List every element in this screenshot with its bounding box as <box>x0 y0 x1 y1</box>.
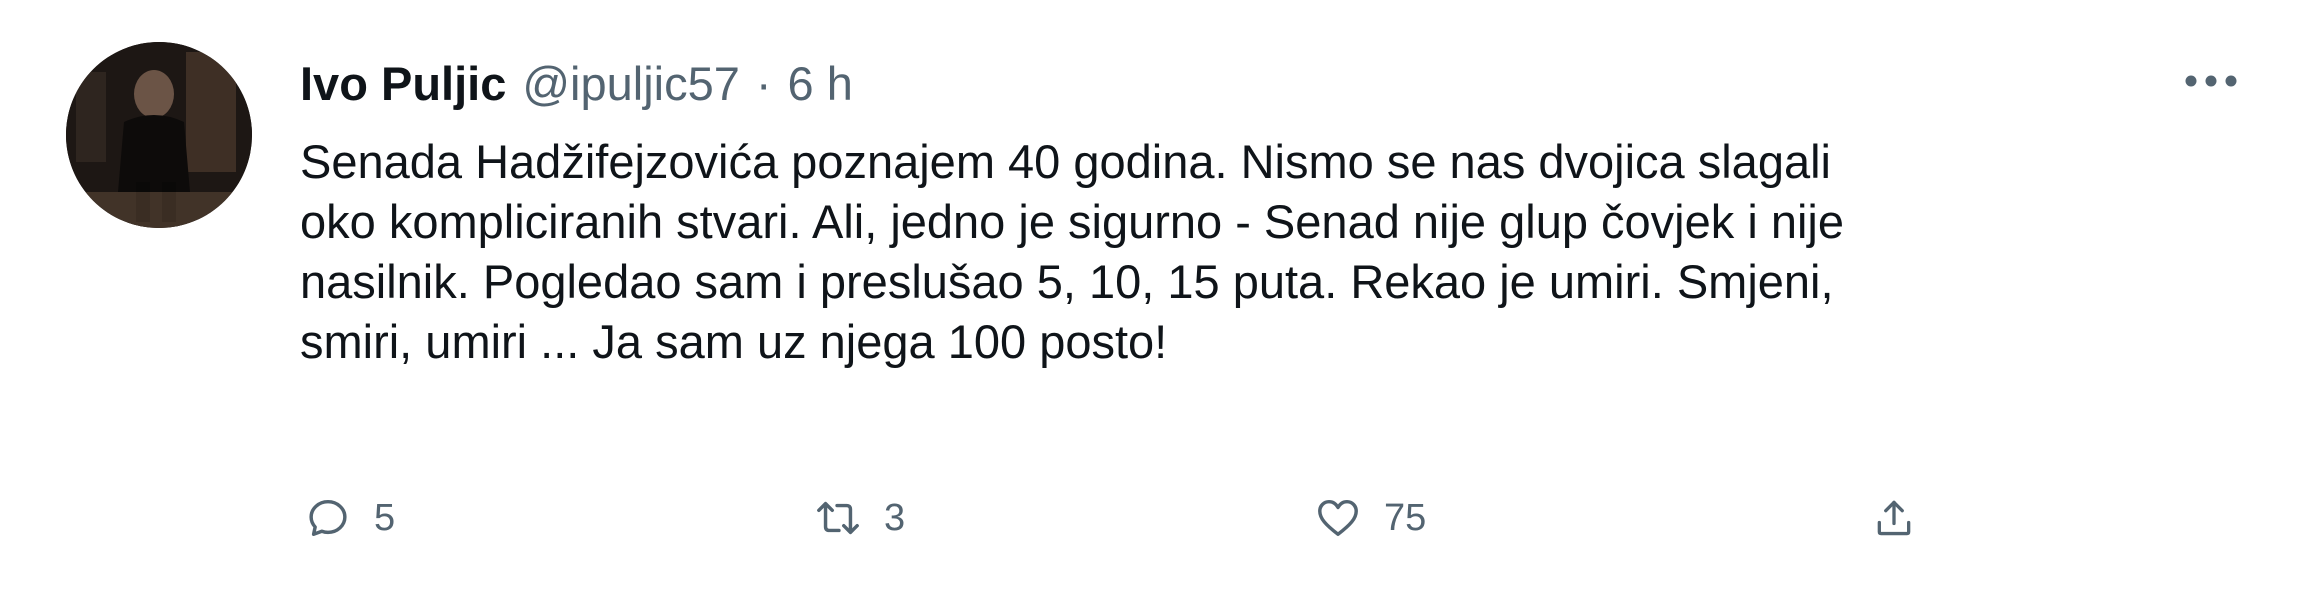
tweet-text-line: Senada Hadžifejzovića poznajem 40 godina… <box>300 135 1831 188</box>
author-name[interactable]: Ivo Puljic <box>300 56 506 111</box>
reply-button[interactable]: 5 <box>296 486 395 550</box>
tweet-header: Ivo Puljic @ipuljic57 · 6 h <box>300 48 853 118</box>
avatar[interactable] <box>66 42 252 228</box>
more-options-button[interactable] <box>2176 56 2246 110</box>
retweet-count: 3 <box>884 496 906 539</box>
heart-icon <box>1306 486 1370 550</box>
more-icon <box>2184 74 2238 93</box>
tweet-text: Senada Hadžifejzovića poznajem 40 godina… <box>300 132 2260 372</box>
tweet-card: Ivo Puljic @ipuljic57 · 6 h Senada Hadži… <box>0 0 2306 600</box>
retweet-button[interactable]: 3 <box>806 486 905 550</box>
share-button[interactable] <box>1862 486 1926 550</box>
author-handle[interactable]: @ipuljic57 <box>522 56 740 111</box>
share-icon <box>1862 486 1926 550</box>
like-button[interactable]: 75 <box>1306 486 1426 550</box>
tweet-text-line: oko kompliciranih stvari. Ali, jedno je … <box>300 195 1844 248</box>
reply-icon <box>296 486 360 550</box>
reply-count: 5 <box>374 496 396 539</box>
tweet-text-line: smiri, umiri ... Ja sam uz njega 100 pos… <box>300 315 1168 368</box>
like-count: 75 <box>1384 496 1427 539</box>
timestamp[interactable]: 6 h <box>788 56 853 111</box>
retweet-icon <box>806 486 870 550</box>
tweet-text-line: nasilnik. Pogledao sam i preslušao 5, 10… <box>300 255 1834 308</box>
tweet-actions: 5 3 75 <box>296 486 1936 550</box>
separator-dot: · <box>755 56 772 110</box>
